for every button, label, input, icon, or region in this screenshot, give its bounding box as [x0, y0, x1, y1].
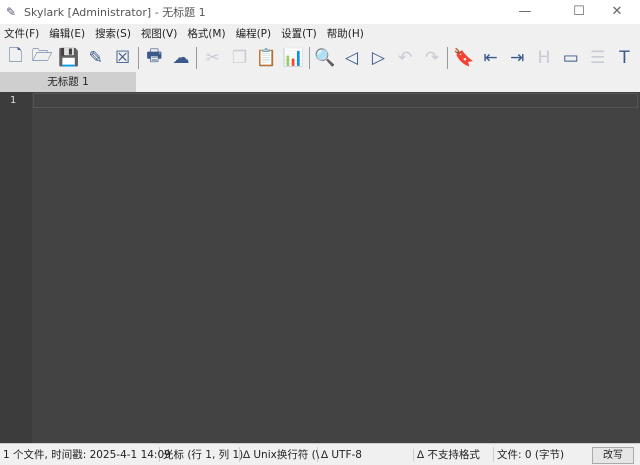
status-file-info: 1 个文件, 时间戳: 2025-4-1 14:09 — [0, 447, 171, 462]
current-line-highlight — [33, 93, 638, 108]
bookmark-button[interactable]: 🔖 — [452, 45, 475, 71]
open-folder-button[interactable]: 🗁 — [31, 45, 54, 71]
cut-icon: ✂ — [205, 47, 220, 68]
menu-item[interactable]: 编程(P) — [236, 26, 272, 41]
status-format: ∆ 不支持格式 — [414, 447, 494, 462]
indent-right-icon: ⇥ — [510, 47, 525, 68]
list-icon: ☰ — [590, 47, 606, 68]
cloud-icon: ☁ — [172, 47, 190, 68]
save-as-button[interactable]: ✎ — [84, 45, 107, 71]
close-file-icon: ☒ — [114, 47, 131, 68]
search-button[interactable]: 🔍 — [313, 45, 336, 71]
indent-left-icon: ⇤ — [483, 47, 498, 68]
close-button[interactable]: ✕ — [594, 0, 640, 24]
redo-button[interactable]: ↷ — [421, 45, 444, 71]
tab-untitled-1[interactable]: 无标题 1 — [0, 72, 136, 92]
list-button[interactable]: ☰ — [586, 45, 609, 71]
undo-button[interactable]: ↶ — [394, 45, 417, 71]
editor-area[interactable]: 1 — [0, 92, 640, 443]
paste-icon: 📋 — [255, 47, 277, 68]
clipboard-icon: 📊 — [282, 47, 304, 68]
window-title: Skylark [Administrator] - 无标题 1 — [24, 6, 206, 19]
menu-item[interactable]: 搜索(S) — [95, 26, 131, 41]
next-icon: ▷ — [371, 47, 385, 68]
search-icon: 🔍 — [314, 47, 336, 68]
save-button[interactable]: 💾 — [58, 45, 81, 71]
line-number-gutter: 1 — [0, 92, 32, 443]
copy-button[interactable]: ❐ — [228, 45, 251, 71]
prev-button[interactable]: ◁ — [340, 45, 363, 71]
close-file-button[interactable]: ☒ — [111, 45, 134, 71]
cloud-button[interactable]: ☁ — [170, 45, 193, 71]
tab-bar: 无标题 1 — [0, 72, 640, 92]
toolbar-separator — [137, 46, 139, 69]
hex-button[interactable]: H — [533, 45, 556, 71]
save-as-icon: ✎ — [88, 47, 103, 68]
menu-bar: 文件(F) 编辑(E) 搜索(S) 视图(V) 格式(M) 编程(P) 设置(T) 帮助(H) — [0, 24, 640, 43]
redo-icon: ↷ — [424, 47, 440, 68]
clipboard-button[interactable]: 📊 — [282, 45, 305, 71]
menu-item[interactable]: 视图(V) — [141, 26, 177, 41]
menu-item[interactable]: 帮助(H) — [327, 26, 364, 41]
drive-button[interactable]: ▭ — [559, 45, 582, 71]
drive-icon: ▭ — [562, 47, 579, 68]
menu-item[interactable]: 格式(M) — [187, 26, 225, 41]
undo-icon: ↶ — [398, 47, 413, 68]
indent-right-button[interactable]: ⇥ — [506, 45, 529, 71]
prev-icon: ◁ — [345, 47, 359, 68]
minimize-button[interactable]: — — [502, 0, 548, 24]
text-button[interactable]: T — [613, 45, 636, 71]
indent-left-button[interactable]: ⇤ — [479, 45, 502, 71]
open-folder-icon: 🗁 — [31, 46, 53, 66]
save-icon: 💾 — [58, 47, 80, 68]
toolbar-separator — [447, 46, 449, 69]
title-bar: ✎ Skylark [Administrator] - 无标题 1 — ☐ ✕ — [0, 0, 640, 24]
status-eol[interactable]: ∆ Unix换行符 (\ — [240, 447, 319, 462]
new-file-icon: 🗋 — [8, 46, 23, 66]
hex-icon: H — [537, 47, 551, 68]
paste-button[interactable]: 📋 — [255, 45, 278, 71]
menu-item[interactable]: 设置(T) — [281, 26, 317, 41]
line-number: 1 — [10, 95, 17, 106]
toolbar-separator — [308, 46, 310, 69]
cut-button[interactable]: ✂ — [201, 45, 224, 71]
status-size: 文件: 0 (字节) — [497, 449, 565, 461]
print-button[interactable]: 🖶 — [143, 45, 166, 71]
status-encoding[interactable]: ∆ UTF-8 — [318, 448, 414, 461]
copy-icon: ❐ — [231, 47, 248, 68]
next-button[interactable]: ▷ — [367, 45, 390, 71]
toolbar-separator — [196, 46, 198, 69]
new-file-button[interactable]: 🗋 — [4, 45, 27, 71]
insert-mode-button[interactable]: 改写 — [592, 447, 634, 464]
print-icon: 🖶 — [146, 46, 163, 66]
bookmark-icon: 🔖 — [453, 47, 475, 68]
menu-item[interactable]: 编辑(E) — [49, 26, 85, 41]
menu-item[interactable]: 文件(F) — [4, 26, 39, 41]
text-icon: T — [619, 47, 630, 68]
status-cursor: 光标 (行 1, 列 1) — [160, 447, 243, 462]
app-icon: ✎ — [6, 5, 17, 19]
toolbar: 🗋 🗁 💾 ✎ ☒ 🖶 ☁ ✂ ❐ 📋 📊 🔍 ◁ ▷ ↶ ↷ 🔖 ⇤ ⇥ H ▭ ☰ T — [0, 43, 640, 72]
status-bar: 1 个文件, 时间戳: 2025-4-1 14:09 光标 (行 1, 列 1)… — [0, 443, 640, 465]
